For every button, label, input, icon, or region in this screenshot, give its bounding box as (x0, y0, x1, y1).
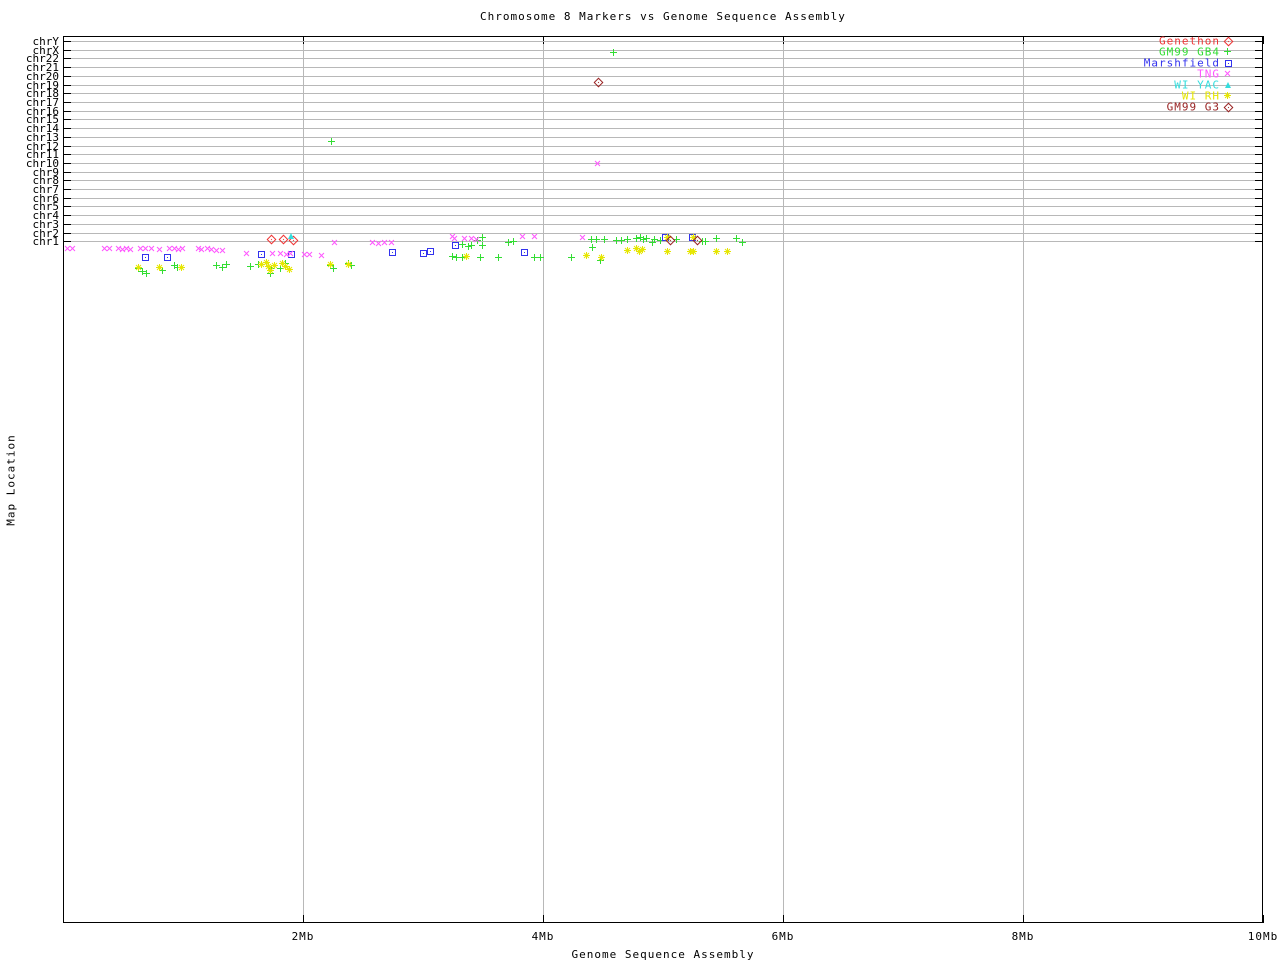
x-tick-label: 2Mb (291, 930, 315, 943)
y-axis-label-chr3: chr3 (32, 217, 60, 231)
x-tick-label: 10Mb (1247, 930, 1279, 943)
y-axis-label-chr17: chr17 (25, 95, 59, 109)
y-axis-label-chr1: chr1 (32, 235, 60, 249)
y-axis-label-chr18: chr18 (25, 87, 59, 101)
x-tick-label: 6Mb (771, 930, 795, 943)
y-axis-label-chr8: chr8 (32, 174, 60, 188)
y-axis-label-chr22: chr22 (25, 52, 59, 66)
y-axis-label-chrX: chrX (32, 43, 60, 57)
y-axis-label-chr13: chr13 (25, 130, 59, 144)
y-axis-label-chr14: chr14 (25, 122, 59, 136)
chart-title: Chromosome 8 Markers vs Genome Sequence … (480, 10, 846, 23)
y-axis-title: Map Location (4, 434, 18, 526)
y-axis-label-chr2: chr2 (32, 226, 60, 240)
x-tick-top (1263, 36, 1264, 44)
y-axis-label-chrY: chrY (32, 35, 60, 48)
y-axis-label-chr21: chr21 (25, 61, 59, 75)
plot-area (63, 36, 1263, 923)
y-axis-label-chr10: chr10 (25, 156, 59, 170)
y-axis-label-chr19: chr19 (25, 78, 59, 92)
x-tick-label: 4Mb (531, 930, 555, 943)
y-axis-label-chr15: chr15 (25, 113, 59, 127)
x-tick-label: 8Mb (1011, 930, 1035, 943)
y-axis-label-chr16: chr16 (25, 104, 59, 118)
y-axis-label-chr5: chr5 (32, 200, 60, 214)
chart-canvas: Chromosome 8 Markers vs Genome Sequence … (0, 0, 1280, 960)
y-axis-label-chr20: chr20 (25, 69, 59, 83)
y-axis-label-chr6: chr6 (32, 191, 60, 205)
y-axis-label-chr7: chr7 (32, 183, 60, 197)
x-axis-title: Genome Sequence Assembly (571, 948, 755, 960)
x-tick-bottom (1263, 915, 1264, 923)
y-axis-label-chr9: chr9 (32, 165, 60, 179)
y-axis-label-chr12: chr12 (25, 139, 59, 153)
y-axis-label-chr11: chr11 (25, 148, 59, 162)
y-axis-label-chr4: chr4 (32, 209, 60, 223)
